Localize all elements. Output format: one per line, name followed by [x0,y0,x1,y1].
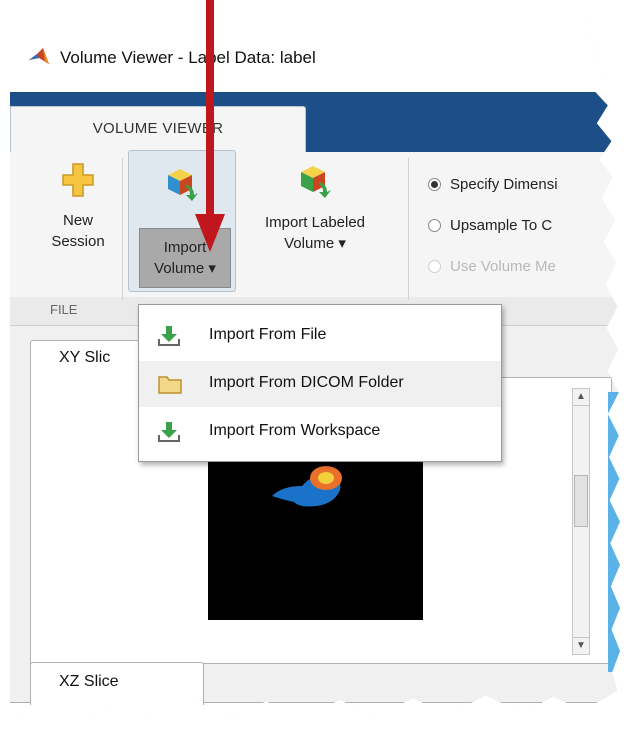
plus-icon [62,163,94,197]
import-volume-label-2: Volume ▾ [154,260,216,277]
xz-slice-panel [10,702,620,723]
window-title: Volume Viewer - Label Data: label [60,48,316,67]
radio-label: Upsample To C [450,217,553,234]
tab-xz-slice[interactable]: XZ Slice [30,662,204,705]
xy-slice-image [208,452,423,620]
menu-item-import-from-file[interactable]: Import From File [139,313,501,359]
tab-xy-slice[interactable]: XY Slic [30,340,140,379]
screenshot-card: Volume Viewer - Label Data: label VOLUME… [10,12,620,723]
toolstrip-separator [408,158,409,300]
label-overlay [272,466,342,507]
new-session-label-2: Session [51,233,105,250]
import-labeled-volume-icon [301,166,331,198]
radio-use-volume-metadata: Use Volume Me [428,258,556,275]
radio-label: Use Volume Me [450,258,556,275]
tab-label: XZ Slice [59,673,119,690]
new-session-label-1: New [62,212,93,229]
radio-upsample[interactable]: Upsample To C [428,217,552,234]
matlab-logo-icon [29,48,49,64]
menu-item-label: Import From Workspace [209,422,381,439]
annotation-arrow-icon [195,0,225,252]
scroll-thumb[interactable] [574,475,588,527]
menu-item-import-from-dicom-folder[interactable]: Import From DICOM Folder [139,361,501,407]
section-label-file: FILE [50,302,78,317]
scroll-down-icon[interactable]: ▼ [573,637,589,654]
new-session-button[interactable]: New Session [30,162,126,252]
radio-dot[interactable] [428,178,441,191]
window-titlebar: Volume Viewer - Label Data: label [10,12,620,93]
import-arrow-icon [158,326,180,346]
tab-label: VOLUME VIEWER [92,120,224,137]
radio-dot[interactable] [428,219,441,232]
import-labeled-label-1: Import Labeled [264,214,366,231]
radio-dot [428,260,441,273]
radio-label: Specify Dimensi [450,176,558,193]
import-arrow-icon [158,422,180,442]
import-labeled-label-2: Volume ▾ [284,235,346,252]
side-panel-edge [608,392,620,672]
vertical-scrollbar[interactable]: ▲ ▼ [572,388,590,655]
tab-label: XY Slic [59,349,111,366]
menu-item-label: Import From File [209,326,327,343]
import-volume-dropdown: Import From File Import From DICOM Folde… [138,304,502,462]
menu-item-import-from-workspace[interactable]: Import From Workspace [139,409,501,455]
tab-volume-viewer[interactable]: VOLUME VIEWER [10,106,306,152]
folder-icon [158,376,182,394]
import-labeled-volume-button[interactable]: Import Labeled Volume ▾ [240,162,390,254]
scroll-up-icon[interactable]: ▲ [573,389,589,406]
menu-item-label: Import From DICOM Folder [209,374,404,391]
radio-specify-dimensions[interactable]: Specify Dimensi [428,176,558,193]
toolstrip-separator [122,158,123,300]
